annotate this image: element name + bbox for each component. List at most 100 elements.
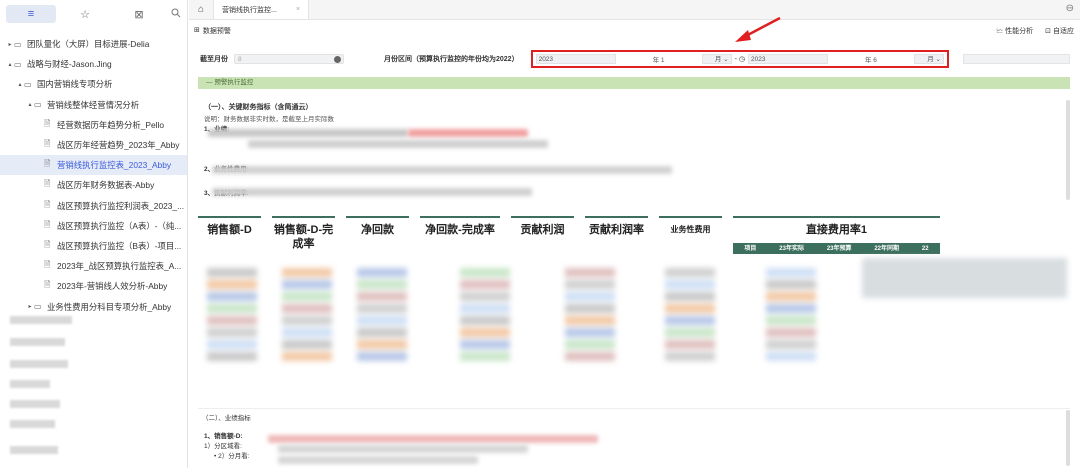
end-month-dropdown[interactable]: 月 ⌄: [913, 54, 944, 64]
indicators-title: （一）、关键财务指标（含简通云）: [204, 104, 313, 111]
chevron-icon[interactable]: ▴: [6, 61, 14, 68]
redacted-cell: [766, 292, 816, 301]
as-of-month-input[interactable]: 8: [234, 54, 344, 64]
section-header[interactable]: — 预警执行监控: [198, 77, 1070, 89]
redacted-cell: [766, 340, 816, 349]
kpi-header: 业务性费用: [659, 216, 722, 262]
home-icon: ⌂: [197, 4, 205, 15]
sidebar-item[interactable]: ▴ ▭ 国内营销线专项分析: [0, 74, 187, 94]
start-year-input[interactable]: 2023: [535, 54, 616, 64]
document-icon: 🗎: [44, 239, 51, 249]
warning-icon: ⊞: [194, 27, 200, 34]
sidebar-item[interactable]: 🗎 营销线执行监控表_2023_Abby: [0, 155, 187, 176]
redacted-text: [268, 435, 598, 443]
redacted-cell: [565, 316, 615, 325]
month-range-label: 月份区间（预算执行监控的年份均为2022）: [384, 56, 519, 63]
chevron-icon[interactable]: ▴: [16, 81, 24, 88]
end-year-input[interactable]: 2023: [747, 54, 828, 64]
sidebar-item-label: 战区预算执行监控（A表）-（纯...: [57, 220, 182, 231]
redacted-cell: [460, 268, 510, 277]
redacted-cell: [357, 328, 407, 337]
sidebar-item-label: 战区预算执行监控（B表）-项目...: [57, 240, 182, 251]
sidebar-item-label: 业务性费用分科目专项分析_Abby: [47, 301, 172, 312]
home-tab[interactable]: ⌂: [189, 0, 213, 19]
chevron-icon[interactable]: ▸: [6, 41, 14, 48]
redacted-cell: [282, 328, 332, 337]
start-month-dropdown[interactable]: 月 ⌄: [701, 54, 732, 64]
table-header-cell[interactable]: 22: [922, 242, 929, 256]
sidebar: ≡ ☆ ⊠ ▸ ▭ 团队量化（大屏）目标进展-Delia ▴ ▭ 战略与财经-Jason.…: [0, 0, 188, 468]
section-title: 预警执行监控: [214, 79, 254, 86]
redacted-text: [278, 456, 478, 464]
table-header-cell[interactable]: 项目: [744, 242, 756, 256]
sidebar-item-label: 战区历年财务数据表-Abby: [57, 180, 155, 191]
redacted-cell: [766, 316, 816, 325]
redacted-cell: [665, 352, 715, 361]
sidebar-item[interactable]: 🗎 战区历年财务数据表-Abby: [0, 175, 187, 195]
document-icon: 🗎: [44, 199, 51, 209]
redacted-cell: [565, 280, 615, 289]
redacted-cell: [282, 352, 332, 361]
blank-filter-field[interactable]: [962, 54, 1070, 64]
redacted-cell: [565, 304, 615, 313]
sidebar-item-label: 战略与财经-Jason.Jing: [27, 59, 112, 70]
kpi-header: 销售额-D-完成率: [272, 216, 335, 262]
menu-icon: ≡: [27, 8, 35, 20]
redacted-cell: [460, 292, 510, 301]
close-icon[interactable]: ×: [296, 6, 300, 13]
redacted-cell: [207, 280, 257, 289]
redacted-cell: [282, 304, 332, 313]
adaptive-button[interactable]: ⊡ 自适应: [1045, 26, 1074, 38]
key-indicators-block: （一）、关键财务指标（含简通云） 说明：财务数据非实时数，是截至上月实际数 1、…: [198, 100, 1070, 200]
blurred-item: [10, 338, 65, 346]
redacted-cell: [565, 340, 615, 349]
sidebar-item[interactable]: ▸ ▭ 业务性费用分科目专项分析_Abby: [0, 296, 187, 316]
redacted-cell: [665, 328, 715, 337]
star-icon: ☆: [80, 8, 90, 21]
sidebar-item[interactable]: 🗎 2023年_战区预算执行监控表_A...: [0, 256, 187, 276]
chevron-icon[interactable]: ▴: [26, 101, 34, 108]
collapse-icon[interactable]: ⊖: [1066, 3, 1074, 14]
sidebar-item-label: 战区预算执行监控利润表_2023_...: [57, 200, 185, 211]
sidebar-item[interactable]: 🗎 经营数据历年趋势分析_Pello: [0, 115, 187, 135]
scrollbar[interactable]: [1066, 410, 1070, 466]
sidebar-item[interactable]: ▴ ▭ 营销线整体经营情况分析: [0, 95, 187, 115]
sidebar-item[interactable]: 🗎 2023年-营销线人效分析-Abby: [0, 276, 187, 296]
redacted-text: [208, 129, 408, 137]
sidebar-item[interactable]: ▸ ▭ 团队量化（大屏）目标进展-Delia: [0, 34, 187, 54]
search-icon[interactable]: [171, 8, 181, 21]
sidebar-item[interactable]: 🗎 战区预算执行监控（B表）-项目...: [0, 236, 187, 256]
scrollbar[interactable]: [1066, 100, 1070, 200]
sidebar-item[interactable]: 🗎 战区历年经营趋势_2023年_Abby: [0, 135, 187, 155]
table-header-cell[interactable]: 23年实际: [779, 242, 804, 256]
redacted-cell: [357, 352, 407, 361]
redacted-cell: [207, 316, 257, 325]
redacted-cell: [766, 268, 816, 277]
performance-analysis-button[interactable]: 🗠 性能分析: [996, 26, 1033, 38]
redacted-cell: [565, 352, 615, 361]
chevron-icon[interactable]: ▸: [26, 303, 34, 310]
sidebar-item-label: 战区历年经营趋势_2023年_Abby: [57, 140, 180, 151]
redacted-cell: [565, 328, 615, 337]
sidebar-item[interactable]: ▴ ▭ 战略与财经-Jason.Jing: [0, 54, 187, 74]
favorites-tab[interactable]: ☆: [60, 5, 110, 23]
sidebar-item[interactable]: 🗎 战区预算执行监控利润表_2023_...: [0, 196, 187, 216]
redacted-cell: [665, 268, 715, 277]
redacted-column: [665, 268, 715, 378]
sidebar-item[interactable]: 🗎 战区预算执行监控（A表）-（纯...: [0, 216, 187, 236]
redacted-column: [565, 268, 615, 378]
end-month-label: 年 6: [865, 57, 877, 64]
list-tab[interactable]: ≡: [6, 5, 56, 23]
redacted-cell: [766, 280, 816, 289]
kpi-header: 净回款: [346, 216, 409, 262]
report-tab[interactable]: 营销线执行监控... ×: [213, 0, 309, 19]
recent-tab[interactable]: ⊠: [114, 5, 164, 23]
table-header-cell[interactable]: 22年同期: [874, 242, 899, 256]
fit-icon: ⊡: [1045, 28, 1052, 35]
redacted-cell: [207, 340, 257, 349]
table-header-cell[interactable]: 23年预算: [827, 242, 852, 256]
folder-icon: ▭: [14, 59, 22, 69]
redacted-cell: [665, 304, 715, 313]
directory-tree: ▸ ▭ 团队量化（大屏）目标进展-Delia ▴ ▭ 战略与财经-Jason.Jing ▴ ▭…: [0, 34, 187, 317]
kpi-header: 直接费用率1: [805, 224, 868, 236]
